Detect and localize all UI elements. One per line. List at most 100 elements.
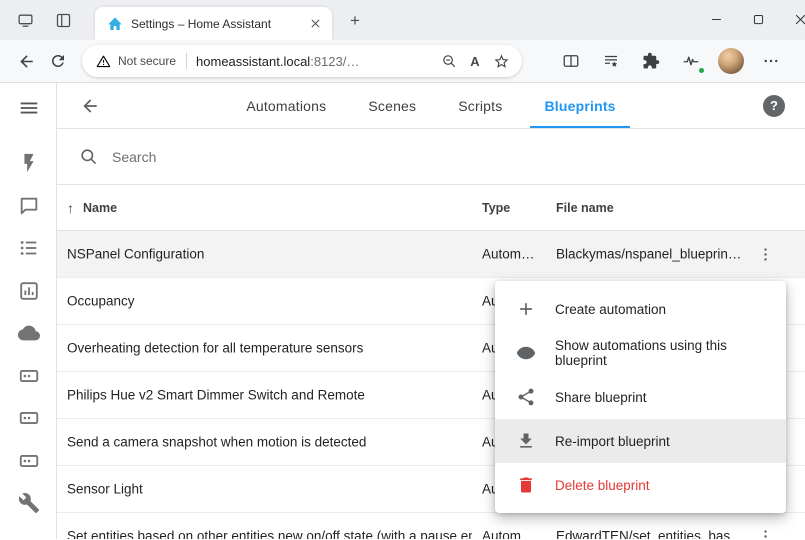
row-name: NSPanel Configuration [67,247,204,262]
sidebar-item-cloud[interactable] [16,320,41,345]
favorite-star-icon[interactable] [488,48,514,74]
close-icon [310,18,321,29]
wrench-icon [18,492,40,514]
back-button[interactable] [10,45,42,77]
menu-item-show-automations[interactable]: Show automations using this blueprint [495,331,786,375]
sidebar-item-history[interactable] [16,278,41,303]
address-bar[interactable]: Not secure homeassistant.local :8123/… A [82,45,522,77]
extensions-button[interactable] [635,45,667,77]
favorites-icon [602,52,620,70]
column-header-name[interactable]: ↑ Name [67,200,117,216]
sidebar-item-energy[interactable] [16,150,41,175]
table-header: ↑ Name Type File name [57,185,805,231]
tab-scripts[interactable]: Scripts [444,83,516,128]
tab-strip-left-icons [12,7,76,33]
row-name: Set entities based on other entities new… [67,529,472,540]
row-name: Sensor Light [67,482,143,497]
profile-button[interactable] [715,45,747,77]
tab-blueprints[interactable]: Blueprints [530,83,629,128]
browser-tab[interactable]: Settings – Home Assistant [95,7,332,40]
menu-item-label: Share blueprint [555,390,647,405]
maximize-button[interactable] [737,3,779,35]
row-file-name: EdwardTEN/set_entities_bas… [556,529,744,540]
sidebar-menu-button[interactable] [16,95,41,120]
eye-icon [515,342,537,364]
vertical-tabs-button[interactable] [50,7,76,33]
tab-automations[interactable]: Automations [232,83,340,128]
search-bar[interactable]: Search [57,129,805,185]
bulleted-list-icon [18,237,40,259]
menu-item-label: Delete blueprint [555,478,650,493]
menu-item-share-blueprint[interactable]: Share blueprint [495,375,786,419]
table-row[interactable]: NSPanel Configuration Autom… Blackymas/n… [57,231,805,278]
url-host[interactable]: homeassistant.local [196,54,310,69]
row-name: Overheating detection for all temperatur… [67,341,363,356]
row-type: Autom… [482,247,535,262]
row-type: Autom… [482,529,535,540]
menu-item-reimport-blueprint[interactable]: Re-import blueprint [495,419,786,463]
status-dot [697,66,706,75]
column-header-file-name[interactable]: File name [556,201,614,215]
table-row[interactable]: Set entities based on other entities new… [57,513,805,539]
nav-back-button[interactable] [77,93,103,119]
hamburger-icon [18,97,40,119]
trash-icon [515,474,537,496]
lightning-icon [18,152,40,174]
column-header-type[interactable]: Type [482,201,510,215]
address-divider [186,53,187,69]
server-icon [18,365,40,387]
ha-top-nav: Automations Scenes Scripts Blueprints ? [57,83,805,129]
menu-item-label: Create automation [555,302,666,317]
column-label: Name [83,201,117,215]
sidebar-item-server-2[interactable] [16,405,41,430]
menu-item-create-automation[interactable]: Create automation [495,287,786,331]
split-screen-icon [562,52,580,70]
sidebar-item-server-3[interactable] [16,448,41,473]
sidebar-item-logbook[interactable] [16,193,41,218]
split-screen-button[interactable] [555,45,587,77]
sidebar-item-list[interactable] [16,235,41,260]
minimize-icon [709,12,724,27]
sidebar-item-server-1[interactable] [16,363,41,388]
zoom-out-icon[interactable] [436,48,462,74]
menu-item-label: Show automations using this blueprint [555,338,772,368]
download-icon [515,430,537,452]
row-overflow-button[interactable] [751,522,779,539]
help-button[interactable]: ? [763,95,785,117]
sort-ascending-icon: ↑ [67,200,74,216]
share-icon [515,386,537,408]
browser-essentials-button[interactable] [675,45,707,77]
minimize-button[interactable] [695,3,737,35]
read-aloud-icon[interactable]: A [462,48,488,74]
row-context-menu: Create automation Show automations using… [495,281,786,513]
maximize-icon [751,12,766,27]
browser-tab-strip: Settings – Home Assistant + [0,0,805,40]
nav-tabs: Automations Scenes Scripts Blueprints [232,83,629,128]
back-arrow-icon [80,96,100,116]
extensions-puzzle-icon [642,52,660,70]
menu-item-delete-blueprint[interactable]: Delete blueprint [495,463,786,507]
sidebar-item-tools[interactable] [16,490,41,515]
chat-square-icon [18,195,40,217]
favorites-button[interactable] [595,45,627,77]
row-file-name: Blackymas/nspanel_blueprin… [556,247,741,262]
row-name: Occupancy [67,294,135,309]
tab-close-button[interactable] [306,15,324,33]
tab-scenes[interactable]: Scenes [354,83,430,128]
close-icon [793,12,805,27]
row-name: Send a camera snapshot when motion is de… [67,435,366,450]
chart-box-icon [18,280,40,302]
row-overflow-button[interactable] [751,240,779,268]
toolbar-right-icons [555,45,795,77]
workspaces-button[interactable] [12,7,38,33]
ha-sidebar [0,83,57,539]
back-arrow-icon [17,52,36,71]
refresh-button[interactable] [42,45,74,77]
security-label[interactable]: Not secure [118,54,176,68]
close-window-button[interactable] [779,3,805,35]
browser-menu-button[interactable] [755,45,787,77]
server-icon [18,407,40,429]
menu-item-label: Re-import blueprint [555,434,670,449]
new-tab-button[interactable]: + [343,9,367,33]
url-path[interactable]: :8123/… [310,54,359,69]
